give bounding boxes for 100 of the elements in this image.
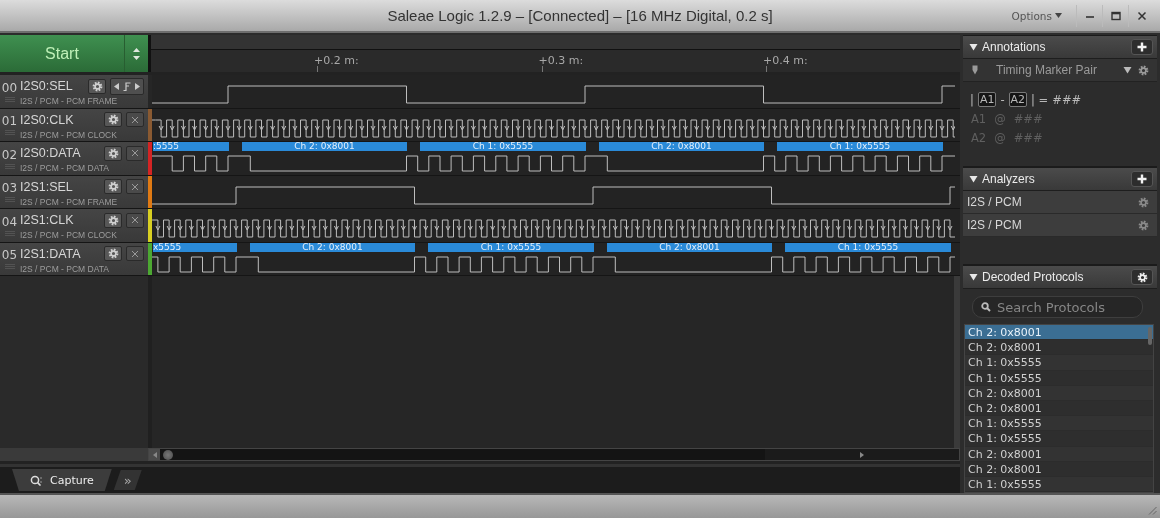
channel-number: 01 <box>1 114 18 129</box>
gear-icon <box>107 181 119 192</box>
marker-dropdown[interactable] <box>1123 66 1132 74</box>
close-icon <box>131 115 139 124</box>
grip-icon[interactable] <box>4 264 15 270</box>
tick-label: +0.4 m: <box>763 54 808 67</box>
close-button[interactable] <box>126 212 144 228</box>
scroll-left-button[interactable] <box>149 449 160 460</box>
grip-icon[interactable] <box>4 96 15 102</box>
marker-type-label: Timing Marker Pair <box>995 63 1098 77</box>
close-icon <box>131 149 139 157</box>
left-triangle-icon <box>152 451 157 458</box>
channel-number: 03 <box>1 181 18 196</box>
gear-icon <box>1138 196 1149 208</box>
grip-icon[interactable] <box>4 197 15 203</box>
options-menu[interactable]: Options <box>1007 7 1066 24</box>
marker-name: A1 <box>977 92 997 107</box>
panel-title: Analyzers <box>982 172 1035 186</box>
grip-icon[interactable] <box>4 163 15 169</box>
tick-label: +0.3 m: <box>538 54 584 67</box>
more-tabs-button[interactable]: » <box>113 470 142 490</box>
plus-icon <box>1137 42 1147 52</box>
close-icon <box>1136 10 1147 21</box>
protocol-row[interactable]: Ch 2: 0x8001 <box>965 340 1153 356</box>
protocol-row[interactable]: Ch 1: 0x5555 <box>965 355 1153 371</box>
analyzer-row[interactable]: I2S / PCM <box>963 191 1157 214</box>
channel-number: 02 <box>1 147 18 162</box>
analyzer-label: I2S / PCM - PCM FRAME <box>20 96 119 106</box>
search-icon <box>30 474 43 486</box>
plus-icon <box>1137 174 1147 184</box>
channel-number: 04 <box>1 214 18 229</box>
decoded-frame: Ch 1: 0x5555 <box>777 142 943 151</box>
panel-title: Annotations <box>982 40 1046 54</box>
capture-tab[interactable]: Capture <box>12 469 112 491</box>
edge-navigation[interactable] <box>110 77 144 95</box>
decoded-frame: x5555 <box>153 242 237 252</box>
maximize-icon <box>1110 10 1121 21</box>
add-button[interactable] <box>1131 39 1153 55</box>
channel-number: 05 <box>1 248 18 263</box>
decoded-frame: Ch 1: 0x5555 <box>785 242 951 252</box>
triangle-down-icon <box>969 43 978 51</box>
gear-icon <box>91 80 103 92</box>
close-button[interactable] <box>126 179 144 194</box>
settings-button[interactable] <box>104 246 122 261</box>
right-triangle-icon <box>135 82 140 90</box>
triangle-down-icon <box>969 273 978 281</box>
decoded-frame: Ch 2: 0x8001 <box>606 242 773 252</box>
add-button[interactable] <box>1131 171 1153 187</box>
triangle-down-icon <box>969 175 978 183</box>
left-triangle-icon <box>114 82 119 90</box>
window-title: Saleae Logic 1.2.9 – [Connected] – [16 MHz Digital, 0.2 s] <box>387 7 773 24</box>
protocol-row[interactable]: Ch 2: 0x8001 <box>965 325 1153 341</box>
scrollbar-thumb[interactable] <box>163 449 173 460</box>
analyzer-row[interactable]: I2S / PCM <box>963 214 1157 237</box>
right-triangle-icon <box>860 452 864 458</box>
close-icon <box>131 249 139 258</box>
channel-name: I2S1:SEL <box>20 179 74 194</box>
channel-name: I2S1:CLK <box>20 213 75 227</box>
gear-icon <box>1136 271 1148 283</box>
formula-text: - <box>1000 92 1005 107</box>
settings-button[interactable] <box>88 78 106 94</box>
gear-icon <box>1138 64 1149 76</box>
decoded-frame: Ch 2: 0x8001 <box>598 142 765 151</box>
marker-name: A2 <box>1008 92 1028 107</box>
close-button[interactable] <box>126 246 144 261</box>
decoded-frame: Ch 1: 0x5555 <box>428 242 594 252</box>
close-button[interactable] <box>126 112 144 127</box>
search-input[interactable]: Search Protocols <box>995 298 1134 316</box>
horizontal-scrollbar[interactable] <box>148 448 960 461</box>
grip-icon[interactable] <box>4 130 15 136</box>
protocol-row[interactable]: Ch 1: 0x5555 <box>965 431 1153 447</box>
close-icon <box>131 182 139 191</box>
channel-number: 00 <box>1 80 18 95</box>
channel-name: I2S0:CLK <box>20 112 75 127</box>
scrollbar-thumb[interactable] <box>1148 327 1152 345</box>
settings-button[interactable] <box>104 145 122 161</box>
triangle-down-icon <box>1123 66 1132 74</box>
grip-icon[interactable] <box>4 230 15 236</box>
gear-icon <box>107 147 119 159</box>
settings-button[interactable] <box>104 212 122 228</box>
pin-icon <box>972 65 978 75</box>
at-sign: @ <box>994 112 1006 126</box>
channel-name: I2S0:SEL <box>20 79 74 93</box>
analyzer-label: I2S / PCM - PCM FRAME <box>20 196 119 207</box>
protocol-row[interactable]: Ch 1: 0x5555 <box>965 416 1153 432</box>
settings-button[interactable] <box>1131 269 1153 285</box>
decoded-frame: Ch 2: 0x8001 <box>241 142 408 151</box>
panel-title: Decoded Protocols <box>982 270 1084 284</box>
analyzer-label: I2S / PCM - PCM DATA <box>20 263 110 274</box>
resize-grip-icon[interactable] <box>1148 506 1157 515</box>
caret-icon <box>1055 13 1062 18</box>
settings-button[interactable] <box>104 112 122 127</box>
gear-icon <box>107 214 119 226</box>
search-field[interactable]: Search Protocols <box>972 296 1143 318</box>
close-button[interactable] <box>126 145 144 161</box>
formula-text: | = <box>1031 92 1049 107</box>
decoded-frame: :5555 <box>153 142 229 151</box>
analyzer-label: I2S / PCM - PCM CLOCK <box>20 230 118 240</box>
tick-label: +0.2 m: <box>314 54 359 67</box>
settings-button[interactable] <box>104 179 122 194</box>
